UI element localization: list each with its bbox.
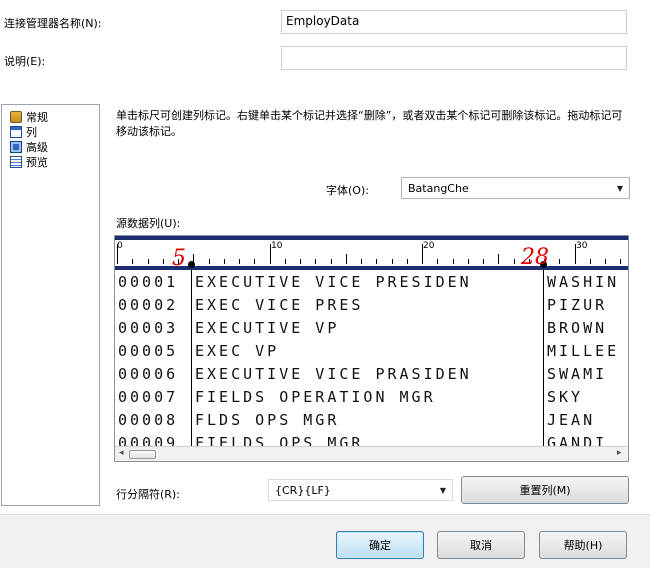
ruler-number: 20 <box>423 241 435 251</box>
help-button[interactable]: 帮助(H) <box>539 531 627 559</box>
row-name-cell: SWAMI <box>547 365 608 383</box>
source-columns-label: 源数据列(U): <box>116 217 181 230</box>
row-name-cell: WASHIN <box>547 273 620 291</box>
description-label: 说明(E): <box>4 55 46 68</box>
row-delimiter-label: 行分隔符(R): <box>116 488 180 501</box>
instructions-text: 单击标尺可创建列标记。右键单击某个标记并选择“删除”，或者双击某个标记可删除该标… <box>116 109 623 138</box>
row-title-cell: EXEC VP <box>195 342 280 360</box>
row-id-cell: 00008 <box>118 411 179 429</box>
sidebar-item-label: 高级 <box>26 140 48 154</box>
row-title-cell: FIELDS OPS MGR <box>195 434 364 446</box>
font-label: 字体(O): <box>326 184 369 197</box>
reset-columns-button[interactable]: 重置列(M) <box>461 476 629 504</box>
row-name-cell: GANDI <box>547 434 608 446</box>
sidebar-nav: 常规 列 高级 预览 <box>1 104 100 506</box>
sidebar-item-columns[interactable]: 列 <box>10 124 37 139</box>
table-row: 00002 EXEC VICE PRES PIZUR <box>115 293 628 316</box>
row-id-cell: 00005 <box>118 342 179 360</box>
table-row: 00005 EXEC VP MILLEE <box>115 339 628 362</box>
row-id-cell: 00001 <box>118 273 179 291</box>
advanced-icon <box>10 140 22 153</box>
row-title-cell: EXECUTIVE VICE PRESIDEN <box>195 273 472 291</box>
sidebar-item-preview[interactable]: 预览 <box>10 154 48 169</box>
ok-button[interactable]: 确定 <box>336 531 424 559</box>
sidebar-item-label: 列 <box>26 125 37 139</box>
row-name-cell: MILLEE <box>547 342 620 360</box>
row-title-cell: EXEC VICE PRES <box>195 296 364 314</box>
row-id-cell: 00006 <box>118 365 179 383</box>
source-data-grid[interactable]: 0 10 20 30 5 28 00001 EXECUTIVE VICE PRES… <box>114 235 629 462</box>
row-id-cell: 00007 <box>118 388 179 406</box>
annotation-five: 5 <box>172 246 186 271</box>
column-marker[interactable] <box>188 261 195 268</box>
table-row: 00001 EXECUTIVE VICE PRESIDEN WASHIN <box>115 270 628 293</box>
font-select[interactable]: BatangChe ▼ <box>401 177 630 199</box>
table-row: 00007 FIELDS OPERATION MGR SKY <box>115 385 628 408</box>
preview-icon <box>10 155 22 168</box>
row-id-cell: 00002 <box>118 296 179 314</box>
scroll-thumb[interactable] <box>129 450 156 459</box>
row-delimiter-select[interactable]: {CR}{LF} ▼ <box>268 479 453 501</box>
row-title-cell: EXECUTIVE VP <box>195 319 340 337</box>
table-row: 00009 FIELDS OPS MGR GANDI <box>115 431 628 446</box>
chevron-down-icon: ▼ <box>439 485 446 495</box>
table-row: 00003 EXECUTIVE VP BROWN <box>115 316 628 339</box>
description-input[interactable] <box>281 46 627 70</box>
row-delimiter-value: {CR}{LF} <box>275 483 331 497</box>
row-title-cell: FIELDS OPERATION MGR <box>195 388 436 406</box>
row-name-cell: PIZUR <box>547 296 608 314</box>
connection-name-label: 连接管理器名称(N): <box>4 17 102 30</box>
row-name-cell: SKY <box>547 388 584 406</box>
row-name-cell: JEAN <box>547 411 596 429</box>
columns-icon <box>10 125 22 138</box>
annotation-twenty-eight: 28 <box>521 245 549 270</box>
sidebar-item-advanced[interactable]: 高级 <box>10 139 48 154</box>
scroll-left-icon[interactable]: ◂ <box>119 448 124 458</box>
ruler-number: 10 <box>271 241 283 251</box>
table-row: 00008 FLDS OPS MGR JEAN <box>115 408 628 431</box>
ruler-number: 0 <box>117 241 123 251</box>
row-id-cell: 00009 <box>118 434 179 446</box>
data-rows: 00001 EXECUTIVE VICE PRESIDEN WASHIN 00002 E… <box>115 270 628 446</box>
table-row: 00006 EXECUTIVE VICE PRASIDEN SWAMI <box>115 362 628 385</box>
column-ruler[interactable]: 0 10 20 30 5 28 <box>115 236 628 271</box>
row-name-cell: BROWN <box>547 319 608 337</box>
sidebar-item-general[interactable]: 常规 <box>10 109 48 124</box>
font-select-value: BatangChe <box>408 181 469 195</box>
sidebar-item-label: 常规 <box>26 110 48 124</box>
connection-name-input[interactable]: EmployData <box>281 10 627 34</box>
cancel-button[interactable]: 取消 <box>437 531 525 559</box>
row-title-cell: FLDS OPS MGR <box>195 411 340 429</box>
general-icon <box>10 110 22 123</box>
chevron-down-icon: ▼ <box>616 183 623 193</box>
ruler-number: 30 <box>576 241 588 251</box>
sidebar-item-label: 预览 <box>26 155 48 169</box>
row-id-cell: 00003 <box>118 319 179 337</box>
horizontal-scrollbar[interactable]: ◂ ▸ <box>115 446 628 461</box>
scroll-right-icon[interactable]: ▸ <box>617 448 622 458</box>
row-title-cell: EXECUTIVE VICE PRASIDEN <box>195 365 472 383</box>
